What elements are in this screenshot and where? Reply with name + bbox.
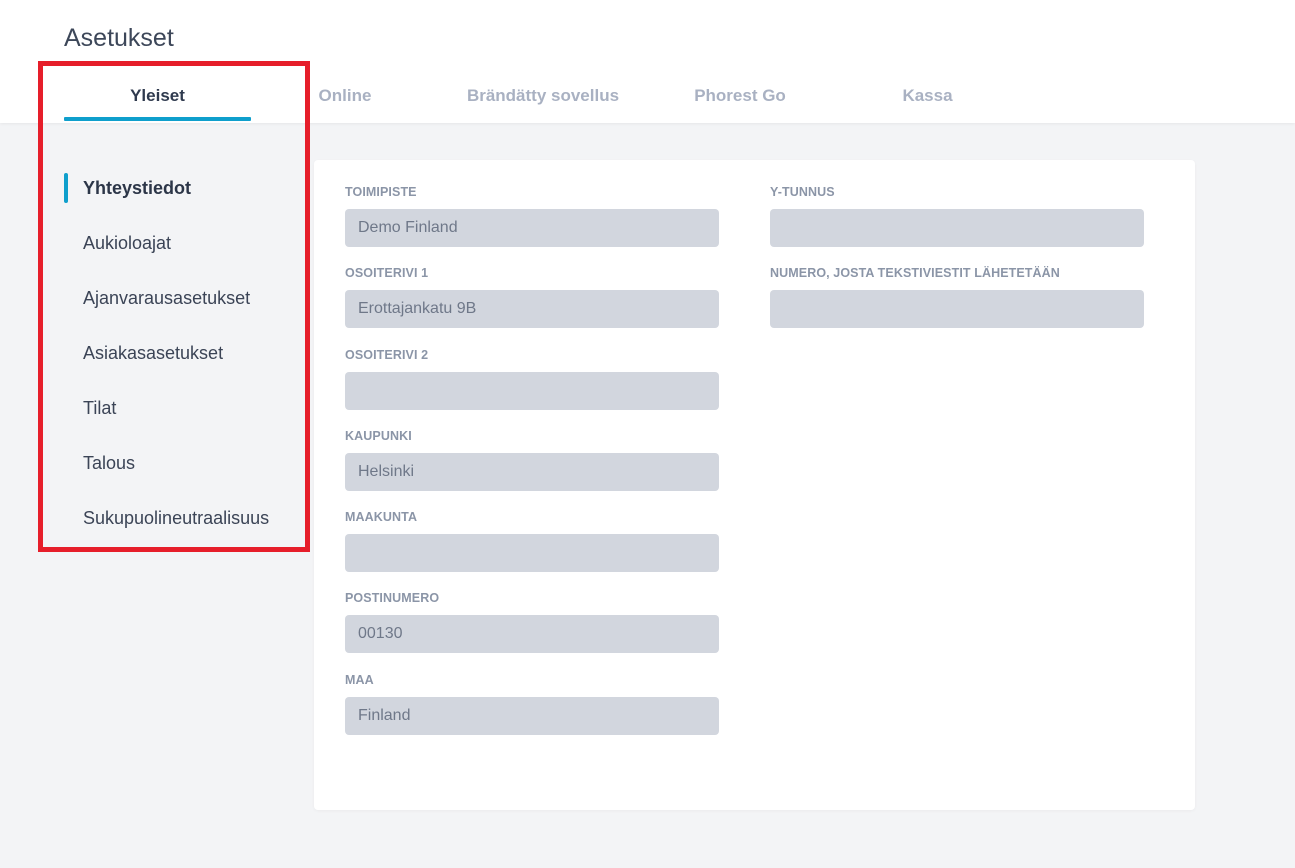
sidebar-item-yhteystiedot[interactable]: Yhteystiedot [64, 171, 304, 205]
field-label: KAUPUNKI [345, 429, 412, 443]
tab-phorest-go[interactable]: Phorest Go [670, 78, 810, 123]
sms-sender-number-input[interactable] [770, 290, 1144, 328]
field-osoiterivi-1: OSOITERIVI 1 [345, 266, 719, 328]
address-line-1-input[interactable] [345, 290, 719, 328]
field-postinumero: POSTINUMERO [345, 591, 719, 653]
sidebar-item-aukioloajat[interactable]: Aukioloajat [64, 226, 304, 260]
field-label: OSOITERIVI 2 [345, 348, 429, 362]
tab-branded-app[interactable]: Brändätty sovellus [443, 78, 643, 123]
sidebar-item-ajanvarausasetukset[interactable]: Ajanvarausasetukset [64, 281, 304, 315]
field-label: MAA [345, 673, 374, 687]
postal-code-input[interactable] [345, 615, 719, 653]
sidebar-item-sukupuolineutraalisuus[interactable]: Sukupuolineutraalisuus [64, 501, 304, 535]
field-y-tunnus: Y-TUNNUS [770, 185, 1144, 247]
field-label: NUMERO, JOSTA TEKSTIVIESTIT LÄHETETÄÄN [770, 266, 1060, 280]
field-maa: MAA [345, 673, 719, 735]
sidebar-item-talous[interactable]: Talous [64, 446, 304, 480]
active-tab-indicator [64, 117, 251, 121]
region-input[interactable] [345, 534, 719, 572]
field-label: MAAKUNTA [345, 510, 418, 524]
page-title: Asetukset [64, 24, 174, 52]
tab-online[interactable]: Online [296, 78, 394, 123]
field-label: Y-TUNNUS [770, 185, 835, 199]
city-input[interactable] [345, 453, 719, 491]
field-label: POSTINUMERO [345, 591, 440, 605]
country-input[interactable] [345, 697, 719, 735]
field-label: TOIMIPISTE [345, 185, 417, 199]
field-label: OSOITERIVI 1 [345, 266, 429, 280]
address-line-2-input[interactable] [345, 372, 719, 410]
field-maakunta: MAAKUNTA [345, 510, 719, 572]
field-toimipiste: TOIMIPISTE [345, 185, 719, 247]
contact-details-card: TOIMIPISTE OSOITERIVI 1 OSOITERIVI 2 KAU… [314, 160, 1195, 810]
toimipiste-input[interactable] [345, 209, 719, 247]
sidebar-item-asiakasasetukset[interactable]: Asiakasasetukset [64, 336, 304, 370]
header: Asetukset Yleiset Online Brändätty sovel… [0, 0, 1295, 123]
sidebar-item-tilat[interactable]: Tilat [64, 391, 304, 425]
field-osoiterivi-2: OSOITERIVI 2 [345, 348, 719, 410]
field-sms-sender-number: NUMERO, JOSTA TEKSTIVIESTIT LÄHETETÄÄN [770, 266, 1144, 328]
field-kaupunki: KAUPUNKI [345, 429, 719, 491]
business-id-input[interactable] [770, 209, 1144, 247]
tab-kassa[interactable]: Kassa [880, 78, 975, 123]
